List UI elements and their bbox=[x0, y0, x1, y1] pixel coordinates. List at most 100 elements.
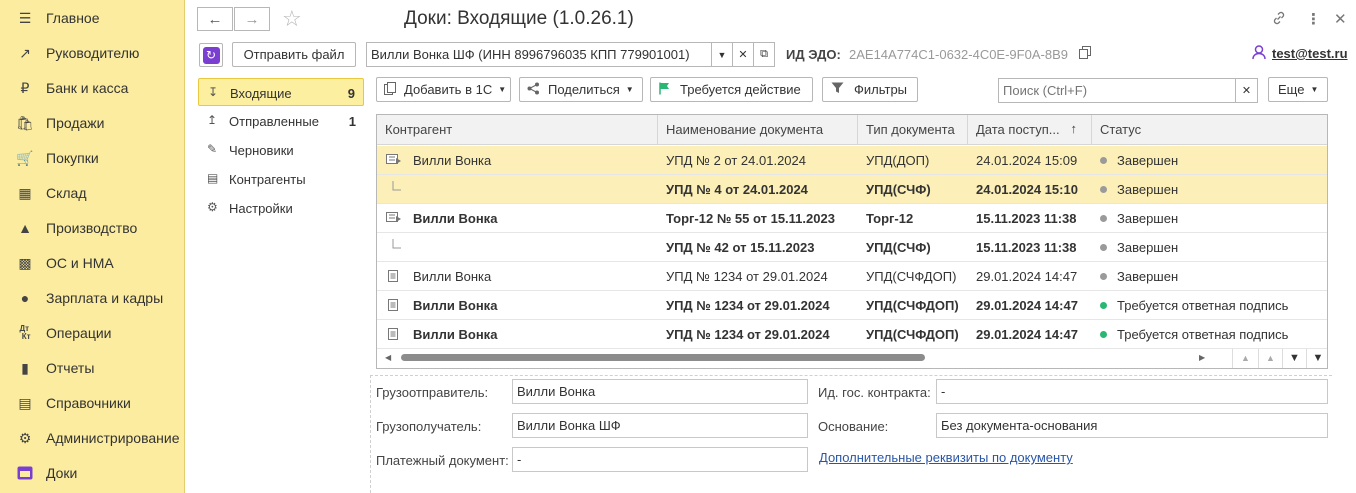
nav-item-label: Руководителю bbox=[46, 45, 140, 61]
action-required-button[interactable]: Требуется действие bbox=[650, 77, 813, 102]
book-icon: ▤ bbox=[18, 394, 32, 411]
cell-contractor: Вилли Вонка bbox=[377, 291, 658, 320]
nav-item-4[interactable]: 🛒 Покупки bbox=[0, 140, 185, 175]
extra-requisites-link[interactable]: Дополнительные реквизиты по документу bbox=[819, 450, 1073, 465]
contractor-text: Вилли Вонка bbox=[413, 153, 492, 168]
status-text: Завершен bbox=[1117, 240, 1179, 255]
nav-item-label: Покупки bbox=[46, 150, 99, 166]
back-button[interactable]: ← bbox=[197, 7, 233, 31]
search-clear-button[interactable]: ✕ bbox=[1235, 78, 1258, 103]
more-button[interactable]: Еще ▼ bbox=[1268, 77, 1328, 102]
status-dot bbox=[1100, 273, 1107, 280]
nav-item-9[interactable]: Дт Кт Операции bbox=[0, 315, 185, 350]
cell-document: УПД № 1234 от 29.01.2024 bbox=[666, 298, 830, 313]
table-row[interactable]: Вилли Вонка УПД № 1234 от 29.01.2024 УПД(С… bbox=[377, 320, 1327, 349]
contractor-text: Вилли Вонка bbox=[413, 327, 498, 342]
contractor-text: Вилли Вонка bbox=[413, 211, 498, 226]
basis-field[interactable]: Без документа-основания bbox=[936, 413, 1328, 438]
column-header-contractor[interactable]: Контрагент bbox=[377, 115, 658, 145]
scroll-down-button[interactable]: ▼ bbox=[1282, 349, 1306, 368]
copy-icon[interactable] bbox=[1079, 46, 1092, 63]
organization-open-button[interactable]: ⧉ bbox=[753, 42, 775, 67]
table-row[interactable]: Вилли Вонка УПД № 1234 от 29.01.2024 УПД(С… bbox=[377, 291, 1327, 320]
user-link[interactable]: test@test.ru bbox=[1272, 46, 1348, 61]
scroll-up-button[interactable]: ▲ bbox=[1258, 349, 1282, 368]
sort-asc-icon: ↑ bbox=[1070, 121, 1078, 136]
edo-id-value: 2AE14A774C1-0632-4C0E-9F0A-8B9 bbox=[849, 47, 1068, 62]
scroll-bottom-icon: ▼ bbox=[1312, 352, 1324, 364]
subnav-item-0[interactable]: ↧ Входящие 9 bbox=[198, 78, 364, 106]
warehouse-icon: ▦ bbox=[18, 184, 32, 201]
nav-item-7[interactable]: ▩ ОС и НМА bbox=[0, 245, 185, 280]
subnav-item-label: Отправленные bbox=[229, 114, 319, 129]
link-icon[interactable] bbox=[1271, 10, 1287, 30]
column-header-date[interactable]: Дата поступ... ↑ bbox=[968, 115, 1092, 145]
nav-item-8[interactable]: ● Зарплата и кадры bbox=[0, 280, 185, 315]
table-row[interactable]: Вилли Вонка УПД № 2 от 24.01.2024 УПД(ДОП)… bbox=[377, 146, 1327, 175]
document-icon bbox=[388, 328, 398, 343]
contract-id-field[interactable]: - bbox=[936, 379, 1328, 404]
subnav-item-3[interactable]: ▤ Контрагенты bbox=[198, 165, 364, 193]
column-header-doc-type[interactable]: Тип документа bbox=[858, 115, 968, 145]
table-row[interactable]: Вилли Вонка Торг-12 № 55 от 15.11.2023 Тор… bbox=[377, 204, 1327, 233]
share-button[interactable]: Поделиться ▼ bbox=[519, 77, 643, 102]
nav-item-0[interactable]: ☰ Главное bbox=[0, 0, 185, 35]
cell-contractor: Вилли Вонка bbox=[377, 262, 658, 291]
consignee-field[interactable]: Вилли Вонка ШФ bbox=[512, 413, 808, 438]
status-text: Требуется ответная подпись bbox=[1117, 298, 1289, 313]
organization-clear-button[interactable]: ✕ bbox=[732, 42, 754, 67]
outbox-icon: ↥ bbox=[207, 113, 218, 127]
column-header-status[interactable]: Статус bbox=[1092, 115, 1327, 145]
shipper-field[interactable]: Вилли Вонка bbox=[512, 379, 808, 404]
subnav-item-4[interactable]: ⚙ Настройки bbox=[198, 194, 364, 222]
scroll-bottom-button[interactable]: ▼ bbox=[1306, 349, 1327, 368]
nav-item-6[interactable]: ▲ Производство bbox=[0, 210, 185, 245]
nav-item-label: Банк и касса bbox=[46, 80, 129, 96]
scroll-top-button[interactable]: ▲ bbox=[1232, 349, 1258, 368]
send-file-button[interactable]: Отправить файл bbox=[232, 42, 356, 67]
cell-date: 15.11.2023 11:38 bbox=[976, 211, 1077, 226]
payment-doc-label: Платежный документ: bbox=[376, 453, 509, 468]
nav-item-10[interactable]: ▮ Отчеты bbox=[0, 350, 185, 385]
nav-item-1[interactable]: ↗ Руководителю bbox=[0, 35, 185, 70]
status-dot bbox=[1100, 215, 1107, 222]
table-row[interactable]: Вилли Вонка УПД № 1234 от 29.01.2024 УПД(С… bbox=[377, 262, 1327, 291]
subnav-item-2[interactable]: ✎ Черновики bbox=[198, 136, 364, 164]
document-icon bbox=[388, 299, 398, 314]
close-icon[interactable]: ✕ bbox=[1334, 10, 1347, 28]
chevron-down-icon: ▼ bbox=[625, 85, 634, 94]
status-text: Завершен bbox=[1117, 211, 1179, 226]
scroll-right-icon[interactable]: ▶ bbox=[1199, 353, 1205, 362]
cell-date: 29.01.2024 14:47 bbox=[976, 269, 1078, 284]
filters-button[interactable]: Фильтры bbox=[822, 77, 918, 102]
search-input[interactable] bbox=[998, 78, 1236, 103]
subnav-item-count: 1 bbox=[348, 114, 356, 129]
payment-doc-field[interactable]: - bbox=[512, 447, 808, 472]
forward-button[interactable]: → bbox=[234, 7, 270, 31]
organization-dropdown-button[interactable]: ▼ bbox=[711, 42, 733, 67]
open-window-icon: ⧉ bbox=[760, 48, 768, 60]
add-to-1c-label: Добавить в 1С bbox=[404, 82, 493, 97]
cell-status: Завершен bbox=[1092, 204, 1327, 233]
more-vert-icon[interactable]: ⋮ bbox=[1306, 10, 1321, 28]
user-icon bbox=[1252, 45, 1266, 63]
nav-item-12[interactable]: ⚙ Администрирование bbox=[0, 420, 185, 455]
scroll-left-icon[interactable]: ◀ bbox=[385, 353, 391, 362]
refresh-button[interactable]: ↻ bbox=[199, 43, 223, 67]
table-row[interactable]: УПД № 4 от 24.01.2024 УПД(СЧФ) 24.01.2024 … bbox=[377, 175, 1327, 204]
star-icon[interactable]: ☆ bbox=[282, 6, 302, 32]
person-icon: ● bbox=[20, 290, 30, 306]
trend-icon: ↗ bbox=[19, 44, 31, 61]
nav-item-2[interactable]: ₽ Банк и касса bbox=[0, 70, 185, 105]
nav-item-13[interactable]: Доки bbox=[0, 455, 185, 490]
horizontal-scrollbar[interactable]: ◀ ▶ ▲ ▲ ▼ ▼ bbox=[377, 349, 1327, 368]
nav-item-5[interactable]: ▦ Склад bbox=[0, 175, 185, 210]
nav-item-3[interactable]: 🛍 Продажи bbox=[0, 105, 185, 140]
table-row[interactable]: УПД № 42 от 15.11.2023 УПД(СЧФ) 15.11.2023… bbox=[377, 233, 1327, 262]
column-header-document[interactable]: Наименование документа bbox=[658, 115, 858, 145]
nav-item-11[interactable]: ▤ Справочники bbox=[0, 385, 185, 420]
subnav-item-1[interactable]: ↥ Отправленные 1 bbox=[198, 107, 364, 135]
scroll-thumb[interactable] bbox=[401, 354, 925, 361]
add-to-1c-button[interactable]: Добавить в 1С ▼ bbox=[376, 77, 511, 102]
organization-field[interactable]: Вилли Вонка ШФ (ИНН 8996796035 КПП 77990… bbox=[366, 42, 712, 67]
